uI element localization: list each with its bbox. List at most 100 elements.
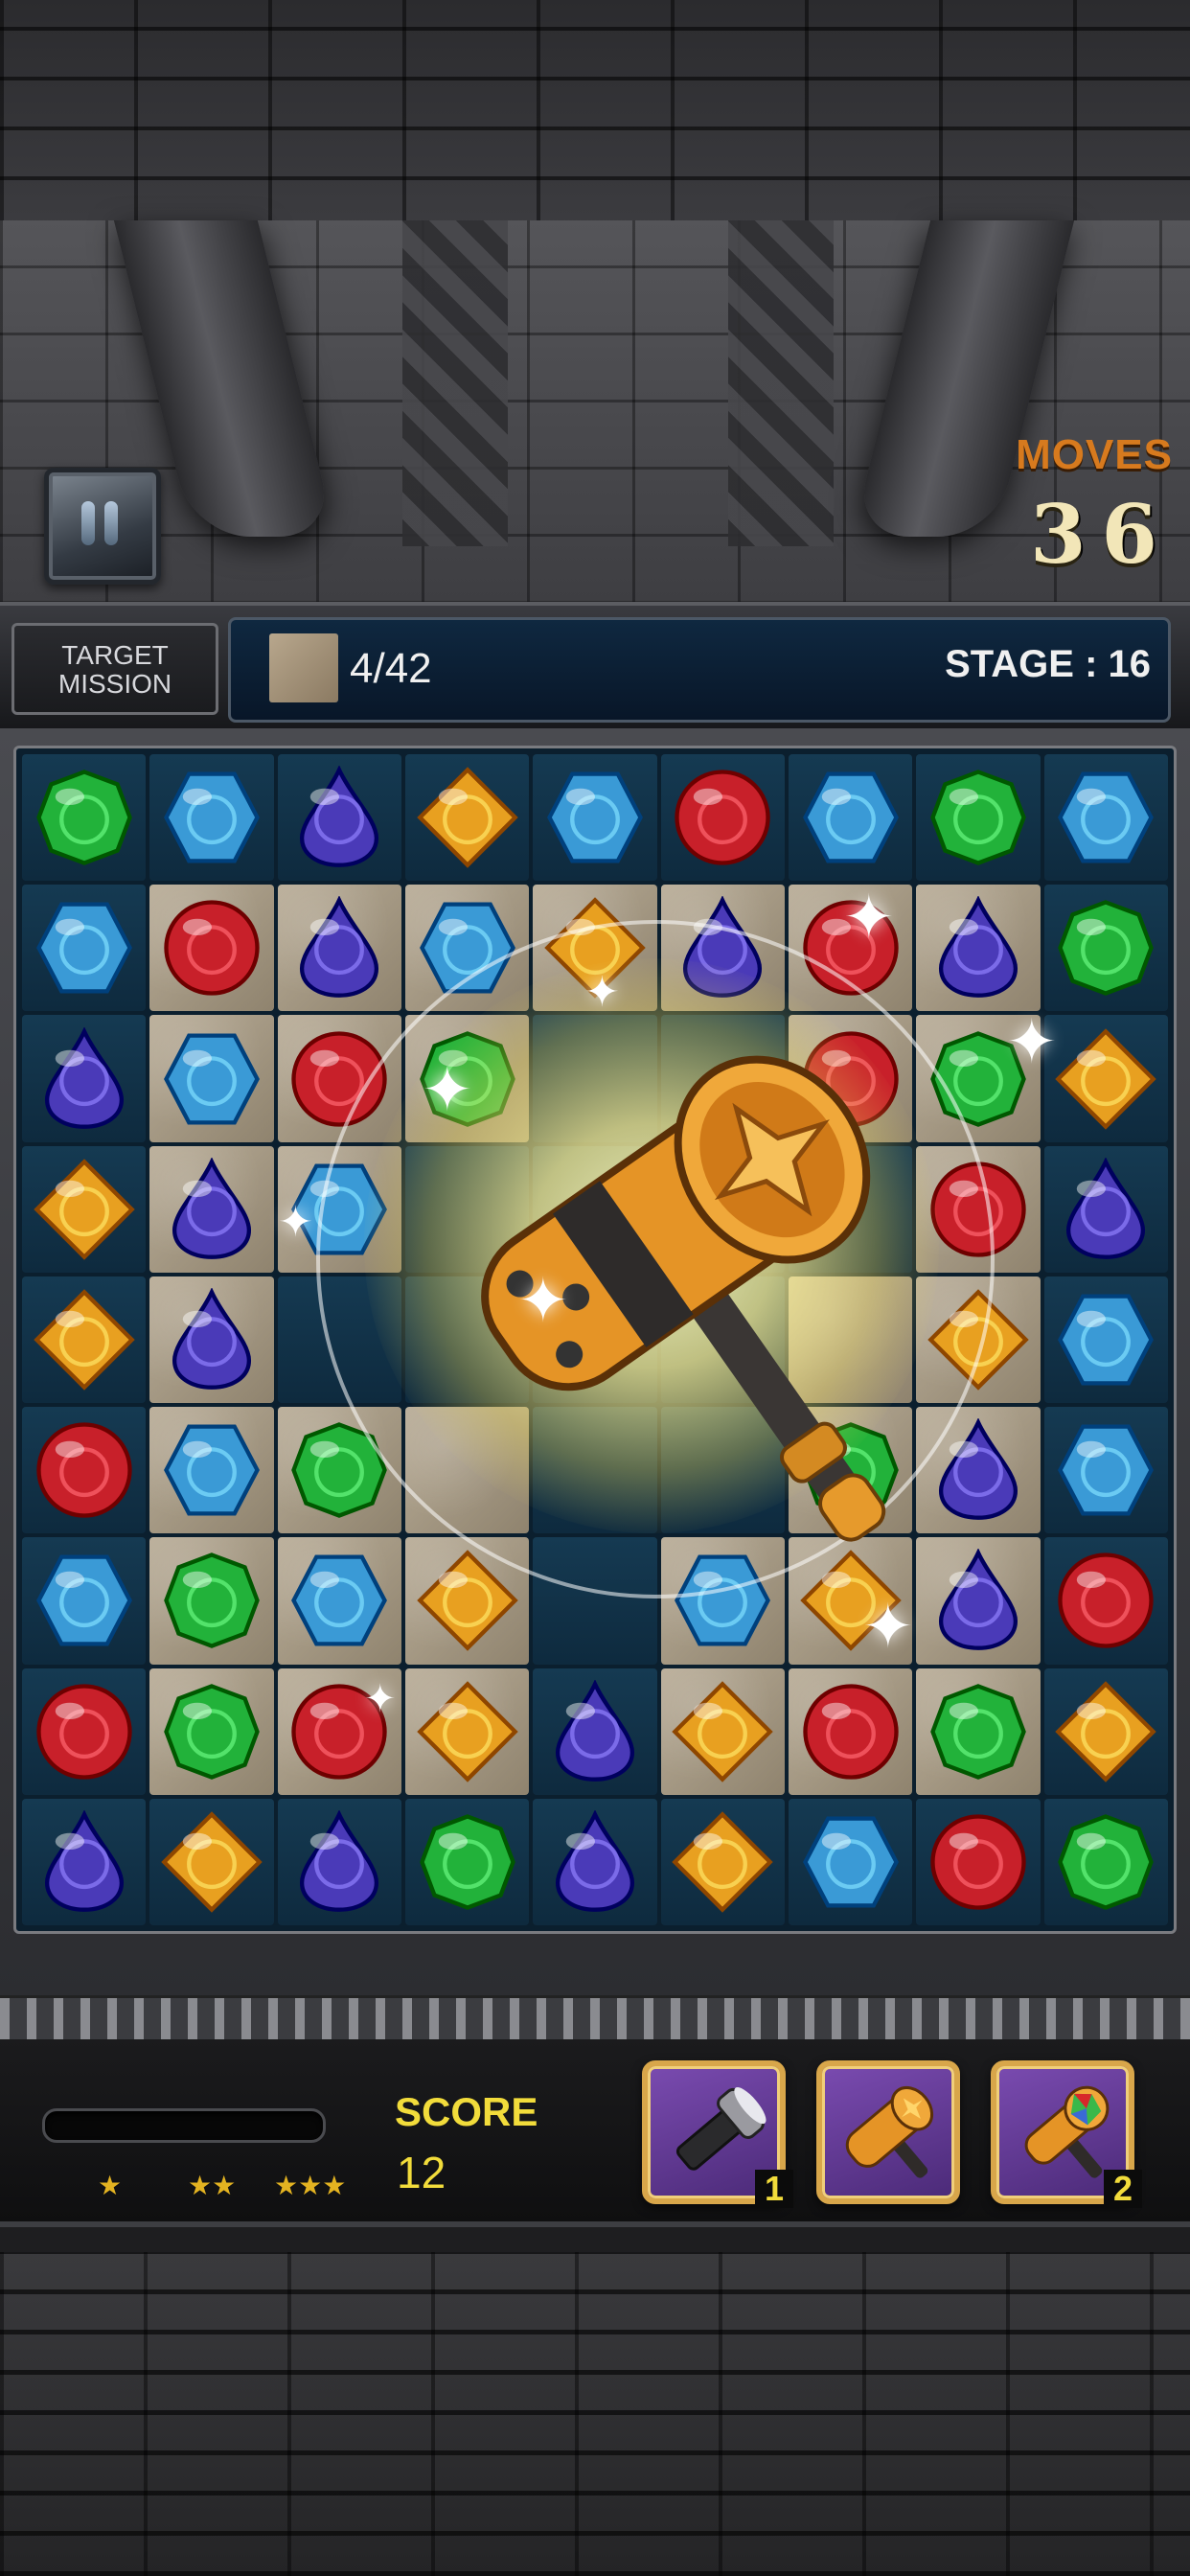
board-cell[interactable] [660,1798,785,1925]
yellow-gem-icon [1055,1027,1157,1130]
blue-gem-icon [1058,771,1155,863]
board-cell[interactable] [277,885,401,1012]
board-cell[interactable] [1043,1537,1168,1665]
castle-floor-background [0,2252,1190,2576]
stone-tile-icon [269,633,338,702]
red-gem-icon [35,1422,132,1518]
sparkle-icon: ✦ [278,1199,313,1246]
mission-bar: TARGET MISSION 4/42 STAGE : 16 [0,602,1190,736]
board-cell[interactable] [1043,1015,1168,1142]
board-cell[interactable] [788,1668,913,1795]
pause-icon [81,501,95,545]
green-gem-icon [1058,900,1155,997]
bottom-hud: ★ ★★ ★★★ SCORE 12 1 2 [0,2039,1190,2227]
score-value: 12 [397,2148,446,2197]
board-cell[interactable] [404,754,530,882]
purple-gem-icon [172,1157,252,1259]
yellow-gem-icon [416,767,518,868]
purple-gem-icon [44,1026,124,1129]
board-cell[interactable] [788,754,913,882]
board-cell[interactable] [22,1798,147,1925]
board-cell[interactable] [149,1668,274,1795]
blue-gem-icon [35,902,132,994]
board-cell[interactable] [916,1798,1041,1925]
board-cell[interactable] [277,1407,401,1534]
green-gem-icon [164,1683,260,1780]
red-gem-icon [1058,1552,1154,1649]
red-gem-icon [675,770,770,865]
wall-diamond-column [728,220,834,546]
blue-gem-icon [419,902,515,994]
purple-gem-icon [938,896,1018,999]
board-cell[interactable] [149,1798,274,1925]
green-gem-icon [291,1422,388,1519]
board-cell[interactable] [404,1668,530,1795]
red-gem-icon [802,1683,899,1780]
board-cell[interactable] [404,1798,530,1925]
board-cell[interactable] [22,1015,147,1142]
board-cell[interactable] [660,754,785,882]
hammer-icon [845,2085,934,2178]
board-cell[interactable] [1043,1798,1168,1925]
booster-flashlight-button[interactable]: 1 [642,2060,793,2208]
board-cell[interactable] [1043,885,1168,1012]
board-cell[interactable] [788,1798,913,1925]
board-cell[interactable] [404,885,530,1012]
board-cell[interactable] [916,754,1041,882]
board-cell[interactable] [277,1537,401,1665]
board-cell[interactable] [277,1798,401,1925]
board-cell[interactable] [916,1668,1041,1795]
board-cell[interactable] [22,1537,147,1665]
booster-jewel-wand-button[interactable]: 2 [991,2060,1142,2208]
board-cell[interactable] [22,754,147,882]
mission-panel: 4/42 STAGE : 16 [228,617,1171,723]
two-star-marker: ★★ [188,2171,237,2200]
green-gem-icon [419,1814,515,1910]
board-cell[interactable] [149,1145,274,1273]
booster-hammer-button[interactable] [816,2060,960,2204]
score-label: SCORE [395,2089,538,2134]
booster-count: 2 [1104,2170,1142,2208]
purple-gem-icon [300,896,379,999]
purple-gem-icon [555,1679,635,1782]
yellow-gem-icon [33,1159,135,1260]
blue-gem-icon [164,1424,260,1516]
blue-gem-icon [1058,1294,1155,1386]
board-cell[interactable] [533,754,657,882]
board-cell[interactable] [660,885,785,1012]
moves-label: MOVES [1016,431,1173,478]
pause-button[interactable] [44,468,161,585]
sparkle-icon: ✦ [364,1678,397,1720]
purple-gem-icon [172,1287,252,1390]
board-cell[interactable] [149,1537,274,1665]
board-cell[interactable] [277,1276,401,1404]
board-cell[interactable] [1043,1276,1168,1404]
red-gem-icon [930,1814,1026,1910]
board-cell[interactable] [22,885,147,1012]
board-cell[interactable] [1043,1145,1168,1273]
yellow-gem-icon [672,1811,774,1913]
board-cell[interactable] [277,754,401,882]
board-cell[interactable] [149,1015,274,1142]
board-cell[interactable] [149,1407,274,1534]
board-cell[interactable] [22,1668,147,1795]
board-cell[interactable] [1043,1668,1168,1795]
board-cell[interactable] [533,1668,657,1795]
board-cell[interactable] [149,754,274,882]
pause-icon [104,501,118,545]
board-cell[interactable] [1043,754,1168,882]
sparkle-icon: ✦ [1006,1007,1058,1076]
board-cell[interactable] [916,885,1041,1012]
board-cell[interactable] [149,1276,274,1404]
board-cell[interactable] [533,1798,657,1925]
red-gem-icon [164,900,260,997]
board-cell[interactable] [660,1668,785,1795]
board-cell[interactable] [277,1015,401,1142]
board-cell[interactable] [22,1407,147,1534]
board-cell[interactable] [149,885,274,1012]
purple-gem-icon [44,1809,124,1912]
board-cell[interactable] [1043,1407,1168,1534]
board-cell[interactable] [22,1276,147,1404]
green-gem-icon [1058,1814,1155,1910]
board-cell[interactable] [22,1145,147,1273]
